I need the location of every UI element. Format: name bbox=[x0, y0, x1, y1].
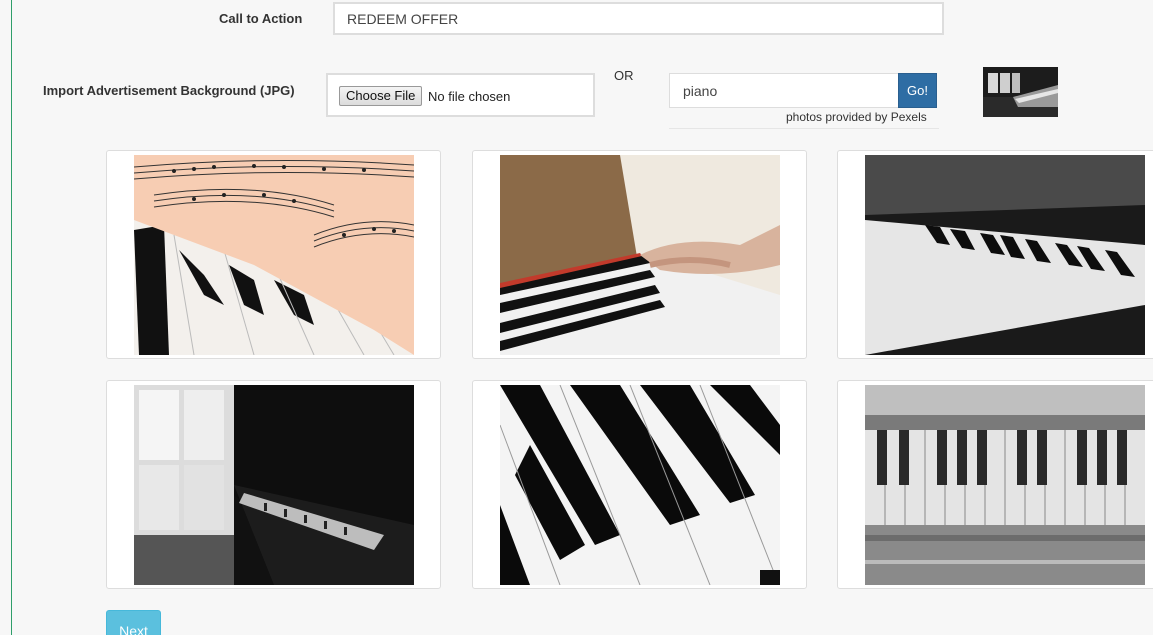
left-border bbox=[11, 0, 12, 635]
photo-result-card[interactable] bbox=[837, 150, 1153, 359]
vintage-piano-keys-photo-icon bbox=[865, 385, 1145, 585]
or-separator: OR bbox=[614, 68, 634, 83]
ad-builder-page: Call to Action Import Advertisement Back… bbox=[0, 0, 1153, 635]
search-divider bbox=[669, 128, 939, 129]
pexels-credit: photos provided by Pexels bbox=[786, 110, 927, 124]
cta-label: Call to Action bbox=[219, 11, 303, 26]
sheet-music-piano-photo-icon bbox=[134, 155, 414, 355]
file-status: No file chosen bbox=[428, 89, 511, 104]
grand-piano-window-photo-icon bbox=[134, 385, 414, 585]
choose-file-button[interactable]: Choose File bbox=[339, 86, 423, 106]
photo-result-card[interactable] bbox=[106, 150, 441, 359]
photo-result-card[interactable] bbox=[837, 380, 1153, 589]
piano-photo-thumbnail-icon bbox=[983, 67, 1058, 117]
import-background-label: Import Advertisement Background (JPG) bbox=[43, 83, 295, 98]
photo-result-card[interactable] bbox=[106, 380, 441, 589]
cta-input[interactable] bbox=[333, 2, 944, 35]
hands-playing-piano-photo-icon bbox=[500, 155, 780, 355]
grayscale-keyboard-photo-icon bbox=[865, 155, 1145, 355]
photo-result-card[interactable] bbox=[472, 380, 807, 589]
next-button[interactable]: Next bbox=[106, 610, 161, 635]
file-upload-field: Choose File No file chosen bbox=[326, 73, 595, 117]
closeup-piano-keys-photo-icon bbox=[500, 385, 780, 585]
go-button[interactable]: Go! bbox=[898, 73, 937, 108]
photo-search-input[interactable] bbox=[669, 73, 899, 108]
photo-result-card[interactable] bbox=[472, 150, 807, 359]
